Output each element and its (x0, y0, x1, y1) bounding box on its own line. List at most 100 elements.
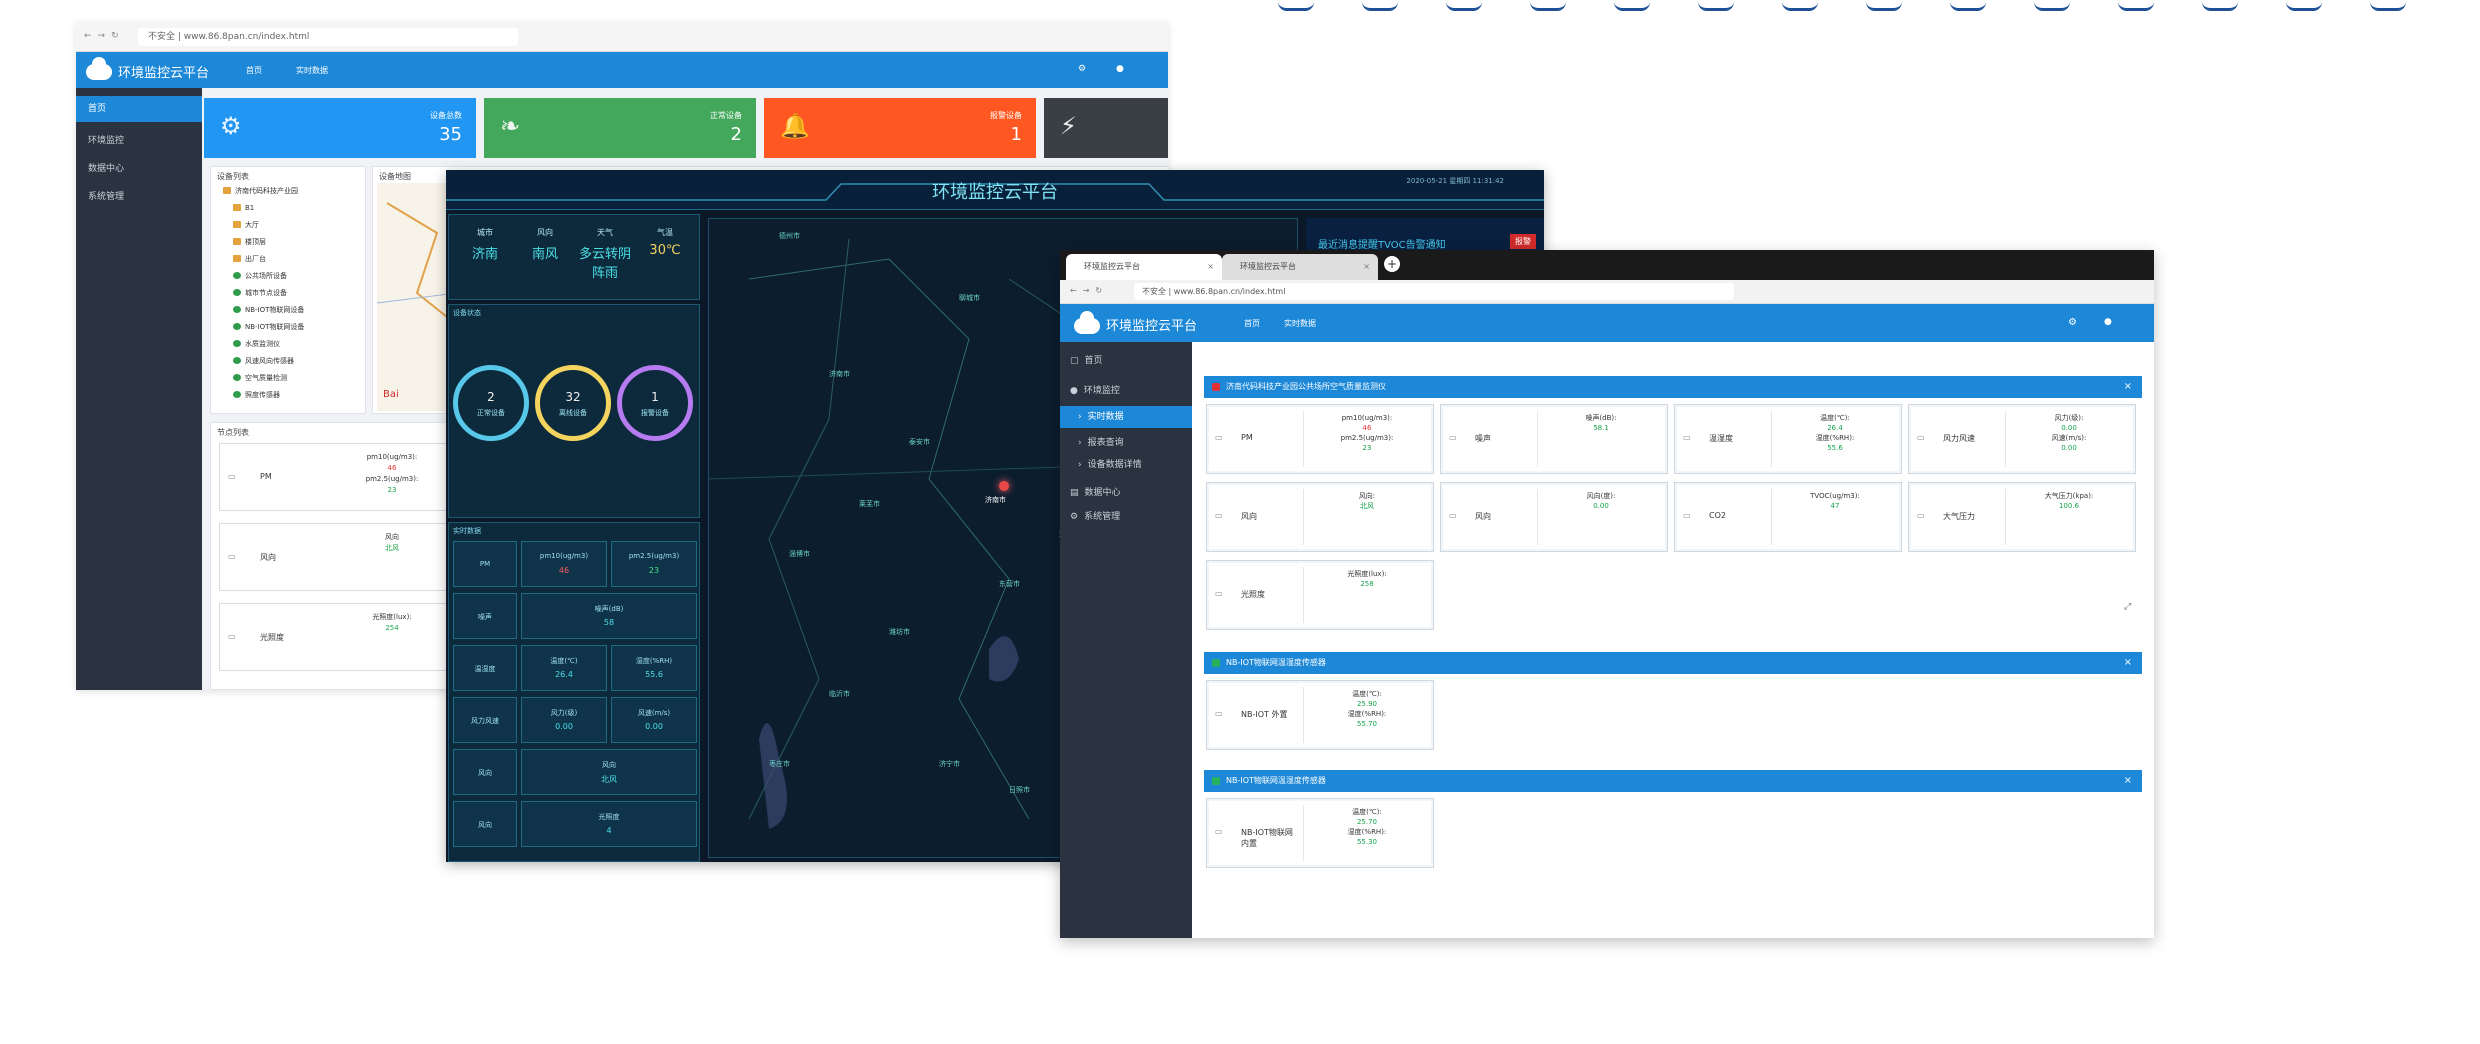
tree-item[interactable]: 照度传感器 (223, 389, 280, 401)
address-bar[interactable]: 不安全 | www.86.8pan.cn/index.html (1134, 283, 1734, 300)
sensor-name: 光照度 (1241, 590, 1265, 599)
nav-item[interactable]: 实时数据 (296, 65, 328, 76)
sensor-value: pm2.5(ug/m3): (1340, 434, 1394, 442)
stat-card[interactable]: ⚙ 设备总数 35 (204, 98, 476, 158)
sensor-card[interactable]: ▭ 光照度 光照度(lux): 254 (219, 603, 459, 671)
stat-card[interactable]: ❧ 正常设备 2 (484, 98, 756, 158)
stat-label: 正常设备 (710, 111, 742, 120)
sidebar-item[interactable]: › 设备数据详情 (1060, 454, 1192, 476)
tree-item[interactable]: 城市节点设备 (223, 287, 287, 299)
weather-value: 多云转阴 阵雨 (578, 247, 631, 281)
browser-tab[interactable]: 环境监控云平台 × (1066, 254, 1222, 280)
sensor-card[interactable]: ▭ 风向 风向 北风 (219, 523, 459, 591)
tree-item[interactable]: B1 (223, 202, 254, 214)
sensor-card[interactable]: ▭ 温湿度 温度(℃): 26.4 湿度(%RH): 55.6 (1674, 404, 1902, 474)
data-cell[interactable]: 风速(m/s) 0.00 (611, 697, 697, 743)
stat-card[interactable]: 🔔 报警设备 1 (764, 98, 1036, 158)
close-icon[interactable]: × (1363, 254, 1370, 280)
status-ring[interactable]: 1 报警设备 (617, 365, 693, 441)
sidebar-item-system[interactable]: 系统管理 (76, 184, 202, 210)
data-cell[interactable]: pm10(ug/m3) 46 (521, 541, 607, 587)
svg-text:Bai: Bai (383, 389, 399, 400)
expand-icon[interactable]: ⤢ (2124, 602, 2131, 612)
tree-item[interactable]: 水质监测仪 (223, 338, 280, 350)
sidebar-item[interactable]: › 实时数据 (1060, 406, 1192, 428)
alarm-marker-icon[interactable] (999, 481, 1009, 491)
data-cell[interactable]: 风力(级) 0.00 (521, 697, 607, 743)
tree-item[interactable]: 济南代码科技产业园 (223, 185, 298, 197)
sensor-value: pm10(ug/m3): (366, 453, 418, 461)
browser-nav-icons[interactable]: ←→↻ (1070, 286, 1108, 295)
data-cell[interactable]: 温度(℃) 26.4 (521, 645, 607, 691)
sensor-card[interactable]: ▭ 风力风速 风力(级): 0.00 风速(m/s): 0.00 (1908, 404, 2136, 474)
address-bar[interactable]: 不安全 | www.86.8pan.cn/index.html (138, 28, 518, 46)
sensor-card[interactable]: ▭ NB-IOT物联网 内置 温度(℃): 25.70 湿度(%RH): 55.30 (1206, 798, 1434, 868)
sensor-card[interactable]: ▭ PM pm10(ug/m3): 46 pm2.5(ug/m3): 23 (219, 443, 459, 511)
tree-item[interactable]: 大厅 (223, 219, 259, 231)
tree-item[interactable]: NB-IOT物联网设备 (223, 304, 304, 316)
stat-value: 1 (1010, 124, 1022, 145)
sidebar-item[interactable]: ▤ 数据中心 (1060, 482, 1192, 504)
sensor-card[interactable]: ▭ PM pm10(ug/m3): 46 pm2.5(ug/m3): 23 (1206, 404, 1434, 474)
tree-item[interactable]: 公共场所设备 (223, 270, 287, 282)
tree-item[interactable]: 楼顶层 (223, 236, 266, 248)
tree-item[interactable]: NB-IOT物联网设备 (223, 321, 304, 333)
sidebar-item-monitor[interactable]: 环境监控 (76, 128, 202, 154)
sidebar-item[interactable]: › 报表查询 (1060, 432, 1192, 454)
sensor-value: 大气压力(kpa): (2044, 492, 2094, 500)
close-icon[interactable]: × (2124, 652, 2132, 674)
stat-card[interactable]: ⚡ (1044, 98, 1168, 158)
close-icon[interactable]: × (2124, 376, 2132, 398)
sidebar-item[interactable]: ▢ 首页 (1060, 350, 1192, 372)
sidebar-item-label: 报表查询 (1087, 438, 1124, 448)
browser-tab[interactable]: 环境监控云平台 × (1222, 254, 1378, 280)
section-header[interactable]: 济南代码科技产业园公共场所空气质量监测仪 × (1204, 376, 2142, 398)
status-ring[interactable]: 2 正常设备 (453, 365, 529, 441)
close-icon[interactable]: × (1207, 254, 1214, 280)
nav-item[interactable]: 首页 (1244, 318, 1260, 329)
section-title: NB-IOT物联网温湿度传感器 (1226, 776, 1326, 785)
user-icon[interactable]: ● (1116, 64, 1124, 74)
data-cell[interactable]: pm2.5(ug/m3) 23 (611, 541, 697, 587)
tree-item[interactable]: 出厂台 (223, 253, 266, 265)
gear-icon[interactable]: ⚙ (1078, 64, 1086, 74)
browser-toolbar: ←→↻ 不安全 | www.86.8pan.cn/index.html (1060, 280, 2154, 304)
data-cell[interactable]: 湿度(%RH) 55.6 (611, 645, 697, 691)
data-cell[interactable]: 风向 北风 (521, 749, 697, 795)
data-cell[interactable]: 光照度 4 (521, 801, 697, 847)
sensor-icon: ▭ (1683, 433, 1691, 442)
section-header[interactable]: NB-IOT物联网温湿度传感器 × (1204, 770, 2142, 792)
sensor-card[interactable]: ▭ CO2 TVOC(ug/m3): 47 (1674, 482, 1902, 552)
section-header[interactable]: NB-IOT物联网温湿度传感器 × (1204, 652, 2142, 674)
sensor-card[interactable]: ▭ 噪声 噪声(dB): 58.1 (1440, 404, 1668, 474)
sensor-name: PM (260, 472, 272, 481)
data-row-name: 风力风速 (453, 697, 517, 743)
nav-item[interactable]: 实时数据 (1284, 318, 1316, 329)
sidebar-item[interactable]: ⚙ 系统管理 (1060, 506, 1192, 528)
sidebar-item-data[interactable]: 数据中心 (76, 156, 202, 182)
status-ring[interactable]: 32 离线设备 (535, 365, 611, 441)
row-name: 风力风速 (471, 717, 499, 725)
sidebar-item-label: 数据中心 (1084, 488, 1121, 498)
tree-item[interactable]: 空气质量检测 (223, 372, 287, 384)
sensor-card[interactable]: ▭ NB-IOT 外置 温度(℃): 25.90 湿度(%RH): 55.70 (1206, 680, 1434, 750)
browser-nav-icons[interactable]: ←→↻ (84, 31, 125, 41)
nav-item[interactable]: 首页 (246, 65, 262, 76)
data-cell[interactable]: 噪声(dB) 58 (521, 593, 697, 639)
sensor-card[interactable]: ▭ 风向 风向(度): 0.00 (1440, 482, 1668, 552)
close-icon[interactable]: × (2124, 770, 2132, 792)
sidebar-item[interactable]: ● 环境监控 (1060, 380, 1192, 402)
gear-icon[interactable]: ⚙ (2068, 317, 2077, 328)
sensor-card[interactable]: ▭ 大气压力 大气压力(kpa): 100.6 (1908, 482, 2136, 552)
screen-title: 环境监控云平台 (932, 182, 1058, 203)
sensor-values: 温度(℃): 25.90 湿度(%RH): 55.70 (1305, 689, 1429, 729)
sensor-card[interactable]: ▭ 风向 风向: 北风 (1206, 482, 1434, 552)
new-tab-icon[interactable]: + (1384, 256, 1400, 272)
cell-value: 55.6 (645, 670, 663, 679)
sidebar-item-home[interactable]: 首页 (76, 96, 202, 122)
tree-item[interactable]: 风速风向传感器 (223, 355, 294, 367)
sensor-card[interactable]: ▭ 光照度 光照度(lux): 258 (1206, 560, 1434, 630)
user-icon[interactable]: ● (2104, 317, 2112, 327)
marker-label: 济南市 (985, 496, 1006, 504)
city-label: 潍坊市 (889, 628, 910, 636)
